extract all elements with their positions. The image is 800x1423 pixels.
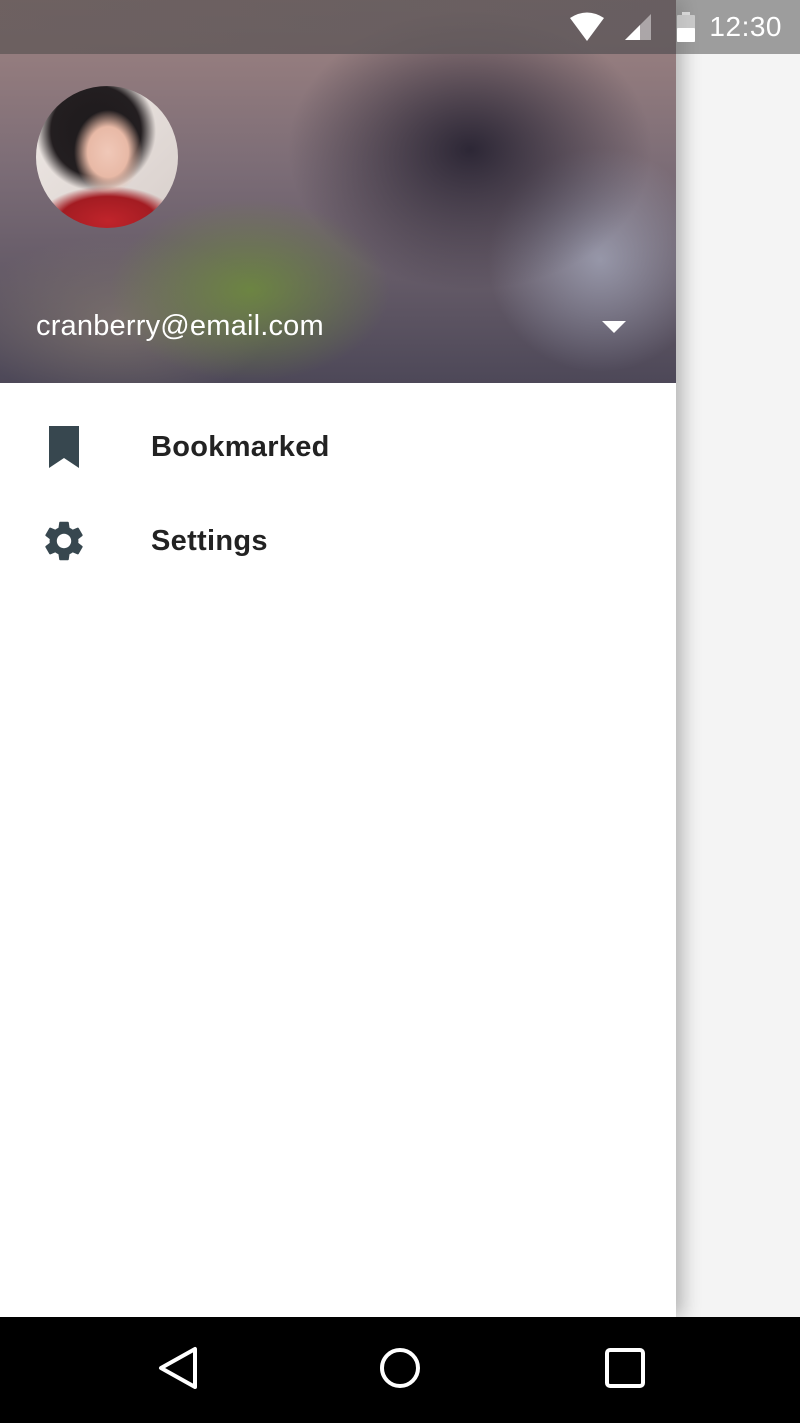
system-navigation-bar	[0, 1317, 800, 1423]
menu-item-label: Settings	[151, 524, 268, 557]
menu-item-bookmarked[interactable]: Bookmarked	[0, 400, 676, 494]
home-icon	[378, 1346, 422, 1395]
drawer-menu: Bookmarked Settings	[0, 400, 676, 588]
wifi-icon	[569, 12, 605, 42]
recents-button[interactable]	[565, 1317, 685, 1423]
status-clock: 12:30	[709, 11, 782, 42]
drawer-header: cranberry@email.com	[0, 0, 676, 383]
bookmark-icon	[36, 419, 92, 475]
avatar[interactable]	[36, 86, 178, 228]
cell-signal-icon	[623, 12, 653, 42]
gear-icon	[36, 513, 92, 569]
recents-icon	[604, 1347, 646, 1394]
battery-icon	[677, 12, 696, 42]
back-icon	[157, 1346, 199, 1395]
menu-item-settings[interactable]: Settings	[0, 494, 676, 588]
menu-item-label: Bookmarked	[151, 430, 330, 463]
back-button[interactable]	[118, 1317, 238, 1423]
dropdown-arrow-icon[interactable]	[596, 312, 632, 342]
home-button[interactable]	[340, 1317, 460, 1423]
account-email[interactable]: cranberry@email.com	[36, 310, 324, 343]
screen: 12:30 cranberry@email.com Bookmarked Set…	[0, 0, 800, 1423]
status-bar: 12:30	[0, 0, 800, 54]
navigation-drawer: cranberry@email.com Bookmarked Settings	[0, 0, 676, 1317]
